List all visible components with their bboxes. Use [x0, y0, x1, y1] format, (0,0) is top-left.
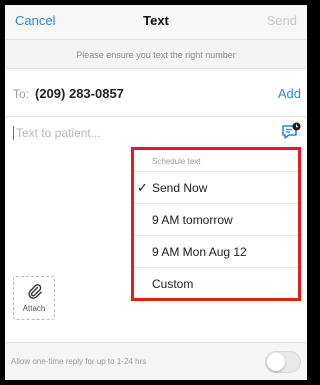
- menu-item-9am-tomorrow[interactable]: 9 AM tomorrow: [134, 204, 298, 236]
- to-label: To:: [13, 87, 30, 101]
- attach-button[interactable]: Attach: [13, 276, 55, 320]
- menu-title: Schedule text: [134, 150, 298, 172]
- scheduled-message-icon[interactable]: [281, 122, 301, 142]
- paperclip-icon: [28, 284, 42, 299]
- send-button[interactable]: Send: [267, 13, 297, 28]
- menu-item-label: 9 AM tomorrow: [152, 213, 233, 227]
- checkmark-icon: ✓: [137, 180, 148, 195]
- menu-item-label: 9 AM Mon Aug 12: [152, 245, 247, 259]
- navigation-bar: Cancel Text Send: [5, 5, 307, 39]
- schedule-text-menu: Schedule text ✓ Send Now 9 AM tomorrow 9…: [131, 147, 301, 301]
- compose-text-screen: Cancel Text Send Please ensure you text …: [5, 5, 307, 380]
- menu-item-custom[interactable]: Custom: [134, 268, 298, 300]
- toggle-knob: [267, 353, 285, 371]
- notice-banner: Please ensure you text the right number: [5, 39, 307, 69]
- message-placeholder: Text to patient...: [16, 126, 101, 140]
- menu-item-label: Custom: [152, 277, 194, 291]
- text-cursor: [13, 126, 14, 140]
- one-time-reply-label: Allow one-time reply for up to 1-24 hrs: [11, 357, 147, 366]
- one-time-reply-row: Allow one-time reply for up to 1-24 hrs: [5, 342, 307, 380]
- menu-item-label: Send Now: [152, 181, 208, 195]
- one-time-reply-toggle[interactable]: [265, 351, 301, 373]
- message-input[interactable]: Text to patient...: [5, 117, 307, 147]
- recipient-phone[interactable]: (209) 283-0857: [35, 86, 124, 101]
- menu-item-9am-mon-aug-12[interactable]: 9 AM Mon Aug 12: [134, 236, 298, 268]
- recipient-row: To: (209) 283-0857 Add: [5, 69, 307, 117]
- menu-item-send-now[interactable]: ✓ Send Now: [134, 172, 298, 204]
- add-recipient-button[interactable]: Add: [278, 86, 301, 101]
- attach-label: Attach: [22, 304, 46, 313]
- screen-title: Text: [143, 13, 169, 28]
